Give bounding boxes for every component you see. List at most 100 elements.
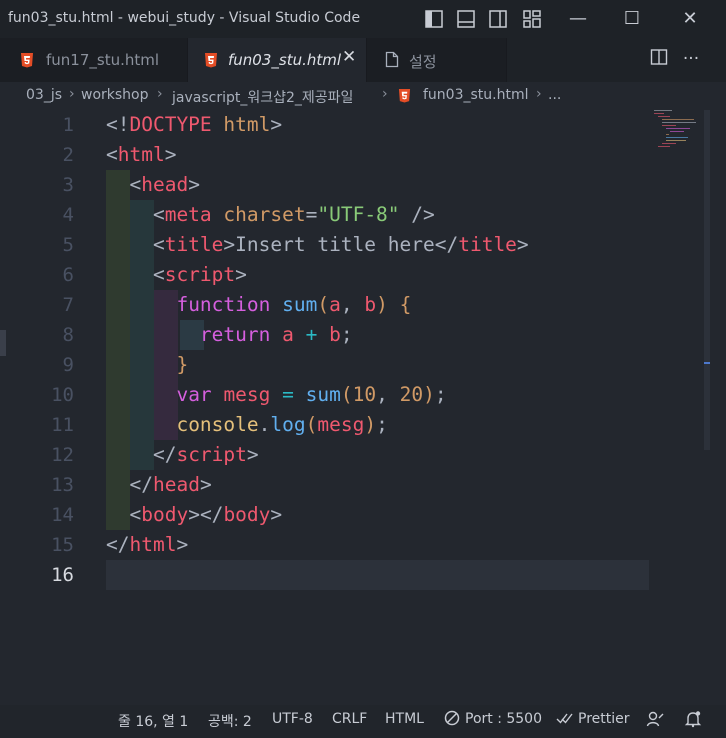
code-token: b bbox=[329, 323, 341, 346]
line-number: 7 bbox=[62, 294, 74, 316]
tab-fun17[interactable]: fun17_stu.html bbox=[0, 38, 188, 82]
code-line[interactable]: var mesg = sum(10, 20); bbox=[106, 380, 446, 410]
minimap[interactable] bbox=[652, 110, 700, 150]
code-token: >Insert title here</ bbox=[223, 233, 459, 256]
language-mode[interactable]: HTML bbox=[385, 711, 424, 727]
title-bar: fun03_stu.html - webui_study - Visual St… bbox=[0, 0, 726, 38]
code-token: < bbox=[106, 503, 142, 526]
code-token: meta bbox=[164, 203, 212, 226]
code-token: > bbox=[176, 533, 189, 556]
file-icon bbox=[385, 51, 399, 72]
toggle-primary-sidebar-icon[interactable] bbox=[424, 9, 444, 29]
toggle-panel-icon[interactable] bbox=[456, 9, 476, 29]
code-token: 10 bbox=[352, 383, 377, 406]
code-token: var bbox=[176, 383, 212, 406]
code-token: <! bbox=[106, 113, 130, 136]
more-actions-button[interactable]: ··· bbox=[680, 48, 702, 70]
end-of-line[interactable]: CRLF bbox=[332, 711, 367, 727]
block-icon bbox=[444, 710, 460, 730]
customize-layout-icon[interactable] bbox=[522, 9, 542, 29]
window-title: fun03_stu.html - webui_study - Visual St… bbox=[8, 10, 361, 26]
code-line[interactable]: function sum(a, b) { bbox=[106, 290, 411, 320]
code-token: , bbox=[340, 293, 365, 316]
code-line[interactable]: </head> bbox=[106, 470, 211, 500]
code-line[interactable]: <meta charset="UTF-8" /> bbox=[106, 200, 435, 230]
cursor-position[interactable]: 줄 16, 열 1 bbox=[118, 711, 188, 731]
tab-bar: fun17_stu.html fun03_stu.html ✕ 설정 ··· bbox=[0, 38, 726, 82]
toggle-secondary-sidebar-icon[interactable] bbox=[488, 9, 508, 29]
breadcrumb-separator: › bbox=[69, 86, 75, 102]
line-number: 5 bbox=[62, 234, 74, 256]
code-line[interactable]: <title>Insert title here</title> bbox=[106, 230, 529, 260]
line-number: 13 bbox=[51, 474, 74, 496]
code-line[interactable]: <script> bbox=[106, 260, 247, 290]
code-token: script bbox=[176, 443, 247, 466]
code-token: < bbox=[106, 143, 118, 166]
code-line[interactable]: </html> bbox=[106, 530, 188, 560]
tab-fun03[interactable]: fun03_stu.html ✕ bbox=[188, 38, 367, 82]
code-token: </ bbox=[106, 443, 177, 466]
code-token: < bbox=[106, 173, 142, 196]
accounts-feedback-icon[interactable] bbox=[646, 710, 664, 732]
line-number: 14 bbox=[51, 504, 74, 526]
maximize-button[interactable]: ☐ bbox=[619, 6, 645, 32]
split-editor-icon[interactable] bbox=[648, 48, 670, 70]
live-server-port[interactable]: Port : 5500 bbox=[465, 711, 542, 727]
code-token: "UTF-8" bbox=[317, 203, 400, 226]
code-token: = bbox=[282, 383, 294, 406]
code-token: html bbox=[117, 143, 165, 166]
code-token: < bbox=[106, 263, 165, 286]
code-token: ( bbox=[340, 383, 353, 406]
code-token: 20 bbox=[399, 383, 424, 406]
html5-icon bbox=[398, 88, 411, 107]
code-token: body bbox=[141, 503, 189, 526]
code-line[interactable]: } bbox=[106, 350, 188, 380]
line-number: 4 bbox=[62, 204, 74, 226]
code-token: console bbox=[176, 413, 259, 436]
prettier-status[interactable]: Prettier bbox=[578, 711, 630, 727]
code-line[interactable]: <head> bbox=[106, 170, 200, 200]
close-button[interactable]: ✕ bbox=[677, 6, 703, 32]
indentation[interactable]: 공백: 2 bbox=[208, 711, 252, 731]
breadcrumb-item[interactable]: ... bbox=[548, 87, 561, 103]
code-token: > bbox=[516, 233, 529, 256]
code-line[interactable]: </script> bbox=[106, 440, 259, 470]
minimize-button[interactable]: — bbox=[565, 6, 591, 32]
breadcrumb-item[interactable]: fun03_stu.html bbox=[423, 87, 529, 103]
code-line[interactable]: return a + b; bbox=[106, 320, 353, 350]
line-number: 6 bbox=[62, 264, 74, 286]
breadcrumb-item[interactable]: 03_js bbox=[26, 87, 62, 103]
tab-settings[interactable]: 설정 bbox=[367, 38, 507, 82]
breadcrumb-item[interactable]: workshop bbox=[81, 87, 149, 103]
code-token: = bbox=[305, 203, 318, 226]
code-token: log bbox=[270, 413, 306, 436]
code-token: ; bbox=[376, 413, 388, 436]
code-token: < bbox=[106, 203, 165, 226]
breadcrumb-item[interactable]: javascript_워크샵2_제공파일 bbox=[172, 87, 353, 107]
code-token: < bbox=[106, 233, 165, 256]
code-line[interactable]: <html> bbox=[106, 140, 176, 170]
encoding[interactable]: UTF-8 bbox=[272, 711, 313, 727]
code-line[interactable]: console.log(mesg); bbox=[106, 410, 388, 440]
notifications-bell-icon[interactable] bbox=[684, 710, 702, 732]
code-token: > bbox=[164, 143, 177, 166]
vertical-scrollbar[interactable] bbox=[704, 110, 710, 450]
code-editor[interactable]: 1 2 3 4 5 6 7 8 9 10 11 12 13 14 15 16 <!DOCTYPE html> <… bbox=[0, 110, 710, 705]
code-token: ) bbox=[364, 413, 377, 436]
line-number: 11 bbox=[51, 414, 74, 436]
code-token: ) bbox=[423, 383, 435, 406]
line-number: 10 bbox=[51, 384, 74, 406]
code-line[interactable]: <body></body> bbox=[106, 500, 282, 530]
code-line[interactable]: <!DOCTYPE html> bbox=[106, 110, 282, 140]
code-token: title bbox=[164, 233, 224, 256]
code-token: > bbox=[188, 173, 200, 196]
close-tab-button[interactable]: ✕ bbox=[342, 47, 356, 67]
line-number: 15 bbox=[51, 534, 74, 556]
